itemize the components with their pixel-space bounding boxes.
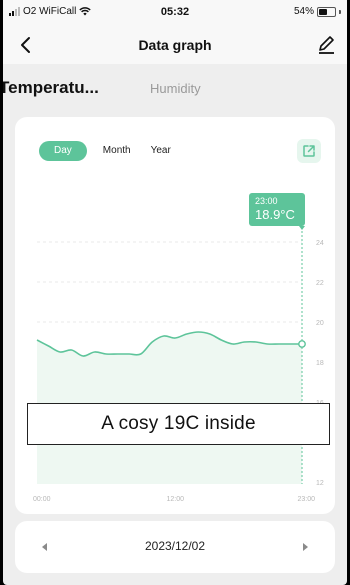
date-selector: 2023/12/02: [15, 521, 335, 573]
period-tabs: Day Month Year: [39, 141, 181, 161]
chart-card: 1214161820222400:0012:0023:00 Day Month …: [15, 117, 335, 514]
y-tick-label: 18: [316, 360, 324, 367]
tooltip-value: 18.9°C: [255, 207, 295, 222]
metric-tabs: Temperatu... Humidity: [3, 64, 347, 110]
export-button[interactable]: [297, 139, 321, 163]
selection-point: [298, 340, 306, 348]
triangle-right-icon[interactable]: [297, 539, 313, 555]
value-tooltip: 23:00 18.9°C: [249, 193, 305, 226]
tooltip-pointer: [299, 226, 305, 230]
battery-icon: [317, 6, 336, 17]
x-tick-label: 12:00: [166, 496, 184, 503]
y-tick-label: 12: [316, 480, 324, 487]
app-screen: O2 WiFiCall 05:32 54% Data graph Tempera…: [3, 0, 347, 585]
battery-percent: 54%: [293, 6, 314, 17]
y-tick-label: 20: [316, 320, 324, 327]
navigation-bar: Data graph: [3, 26, 347, 64]
temperature-chart: 1214161820222400:0012:0023:00: [33, 226, 324, 503]
tab-humidity[interactable]: Humidity: [150, 81, 201, 96]
selected-date: 2023/12/02: [144, 539, 206, 553]
caption-text: A cosy 19C inside: [101, 413, 256, 434]
tab-temperature[interactable]: Temperatu...: [3, 78, 99, 98]
tab-day[interactable]: Day: [39, 141, 87, 161]
tab-month[interactable]: Month: [93, 141, 141, 161]
tab-year[interactable]: Year: [141, 141, 181, 161]
x-tick-label: 00:00: [33, 496, 51, 503]
edit-pencil-icon[interactable]: [315, 34, 337, 56]
x-tick-label: 23:00: [297, 496, 315, 503]
page-title: Data graph: [138, 37, 212, 53]
tooltip-time: 23:00: [255, 196, 278, 206]
y-tick-label: 22: [316, 280, 324, 287]
export-share-icon: [303, 145, 315, 157]
y-tick-label: 24: [316, 240, 324, 247]
battery-indicator: 54%: [294, 6, 341, 17]
status-bar: O2 WiFiCall 05:32 54%: [3, 0, 347, 26]
caption-overlay: A cosy 19C inside: [27, 403, 330, 445]
